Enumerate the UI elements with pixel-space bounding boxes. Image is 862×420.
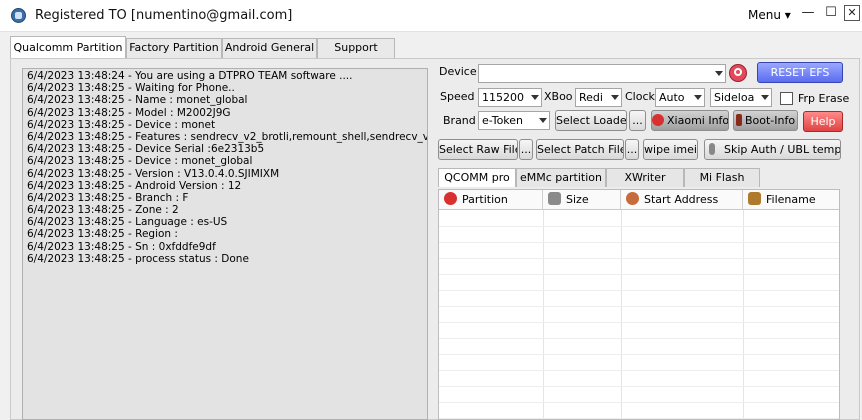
log-output[interactable]: 6/4/2023 13:48:24 - You are using a DTPR… xyxy=(22,68,428,420)
tab-qualcomm-partition[interactable]: Qualcomm Partition xyxy=(10,36,126,58)
log-line: 6/4/2023 13:48:24 - You are using a DTPR… xyxy=(27,70,353,82)
device-label: Device xyxy=(439,65,477,78)
log-line: 6/4/2023 13:48:25 - Features : sendrecv_… xyxy=(27,130,428,143)
reset-efs-button[interactable]: RESET EFS xyxy=(757,62,843,83)
browse-patch-file-button[interactable]: ... xyxy=(625,139,639,160)
log-line: 6/4/2023 13:48:25 - Version : V13.0.4.0.… xyxy=(27,167,280,180)
speed-label: Speed xyxy=(440,90,475,103)
flame-icon xyxy=(444,192,457,205)
log-line: 6/4/2023 13:48:25 - Device : monet_globa… xyxy=(27,155,253,168)
window-title: Registered TO [numentino@gmail.com] xyxy=(35,8,293,23)
browse-loader-button[interactable]: ... xyxy=(629,110,646,131)
wipe-imei-button[interactable]: wipe imei xyxy=(643,139,698,160)
location-pin-icon xyxy=(626,192,639,205)
speed-select[interactable]: 115200 xyxy=(478,88,542,107)
table-header: Partition Size Start Address Filename xyxy=(439,190,839,210)
select-raw-file-button[interactable]: Select Raw File xyxy=(438,139,518,160)
subtab-mi-flash[interactable]: Mi Flash xyxy=(684,168,760,187)
xiaomi-flame-icon xyxy=(652,114,664,126)
xiaomi-info-button[interactable]: Xiaomi Info xyxy=(651,110,729,131)
xboot-select[interactable]: Redi xyxy=(575,88,622,107)
header-filename-label: Filename xyxy=(766,193,816,206)
table-row-line xyxy=(439,226,839,227)
log-line: 6/4/2023 13:48:25 - Device : monet xyxy=(27,118,216,131)
boot-info-button[interactable]: Boot-Info xyxy=(733,110,798,131)
menu-button[interactable]: Menu ▾ xyxy=(748,8,791,22)
log-line: 6/4/2023 13:48:25 - Zone : 2 xyxy=(27,204,179,217)
table-row-line xyxy=(439,290,839,291)
table-row-line xyxy=(439,338,839,339)
device-select[interactable] xyxy=(478,64,726,83)
table-row-line xyxy=(439,418,839,419)
lock-icon xyxy=(548,192,561,205)
skip-auth-button[interactable]: Skip Auth / UBL temp xyxy=(704,139,841,160)
xiaomi-info-label: Xiaomi Info xyxy=(667,114,729,127)
header-filename[interactable]: Filename xyxy=(743,190,839,210)
browse-raw-file-button[interactable]: ... xyxy=(519,139,533,160)
log-line: 6/4/2023 13:48:25 - Model : M2002J9G xyxy=(27,106,231,119)
app-icon xyxy=(11,8,26,23)
subtab-qcomm-pro[interactable]: QCOMM pro xyxy=(438,168,516,187)
log-line: 6/4/2023 13:48:25 - Name : monet_global xyxy=(27,94,248,107)
log-line: 6/4/2023 13:48:25 - Region : xyxy=(27,228,178,241)
log-line: 6/4/2023 13:48:25 - Waiting for Phone.. xyxy=(27,82,235,95)
header-partition[interactable]: Partition xyxy=(439,190,543,210)
table-row-line xyxy=(439,322,839,323)
header-partition-label: Partition xyxy=(462,193,508,206)
frp-erase-checkbox[interactable] xyxy=(780,92,793,105)
tab-support[interactable]: Support xyxy=(317,38,395,58)
brand-select[interactable]: e-Token xyxy=(478,111,550,130)
select-patch-file-button[interactable]: Select Patch File. xyxy=(536,139,624,160)
file-icon xyxy=(748,192,761,205)
log-line: 6/4/2023 13:48:25 - Android Version : 12 xyxy=(27,179,242,192)
minimize-button[interactable]: — xyxy=(800,5,816,21)
tab-android-general[interactable]: Android General xyxy=(222,38,317,58)
skip-auth-label: Skip Auth / UBL temp xyxy=(724,143,841,156)
sub-tab-strip: QCOMM pro eMMc partition XWriter Mi Flas… xyxy=(438,168,841,188)
key-icon xyxy=(709,143,715,155)
header-start-address[interactable]: Start Address xyxy=(621,190,743,210)
boot-info-icon xyxy=(735,114,742,126)
brand-label: Brand xyxy=(443,114,476,127)
subtab-xwriter[interactable]: XWriter xyxy=(606,168,684,187)
tab-factory-partition[interactable]: Factory Partition xyxy=(126,38,222,58)
frp-erase-label: Frp Erase xyxy=(798,92,850,105)
table-row-line xyxy=(439,258,839,259)
subtab-emmc-partition[interactable]: eMMc partition xyxy=(516,168,606,187)
title-bar: Registered TO [numentino@gmail.com] Menu… xyxy=(0,0,862,32)
header-size[interactable]: Size xyxy=(543,190,621,210)
boot-info-label: Boot-Info xyxy=(744,114,796,127)
table-row-line xyxy=(439,242,839,243)
xboot-label: XBoo xyxy=(544,90,573,103)
help-button[interactable]: Help xyxy=(803,111,843,132)
table-row-line xyxy=(439,402,839,403)
maximize-button[interactable]: ☐ xyxy=(823,5,839,21)
header-start-address-label: Start Address xyxy=(644,193,719,206)
table-row-line xyxy=(439,354,839,355)
log-line: 6/4/2023 13:48:25 - Device Serial :6e231… xyxy=(27,143,265,156)
header-size-label: Size xyxy=(566,193,589,206)
log-line: 6/4/2023 13:48:25 - process status : Don… xyxy=(27,252,249,265)
refresh-device-icon[interactable] xyxy=(729,64,747,82)
log-line: 6/4/2023 13:48:25 - Sn : 0xfddfe9df xyxy=(27,240,216,253)
log-line: 6/4/2023 13:48:25 - Branch : F xyxy=(27,191,189,204)
log-line: 6/4/2023 13:48:25 - Language : es-US xyxy=(27,216,228,229)
close-button[interactable]: ✕ xyxy=(844,5,860,21)
clock-label: Clock xyxy=(625,90,655,103)
select-loader-button[interactable]: Select Loader xyxy=(555,110,627,131)
table-row-line xyxy=(439,306,839,307)
partition-table[interactable]: Partition Size Start Address Filename xyxy=(438,189,840,420)
table-row-line xyxy=(439,386,839,387)
table-row-line xyxy=(439,370,839,371)
clock-select[interactable]: Auto xyxy=(655,88,705,107)
sideload-select[interactable]: Sideloa xyxy=(710,88,772,107)
table-row-line xyxy=(439,274,839,275)
